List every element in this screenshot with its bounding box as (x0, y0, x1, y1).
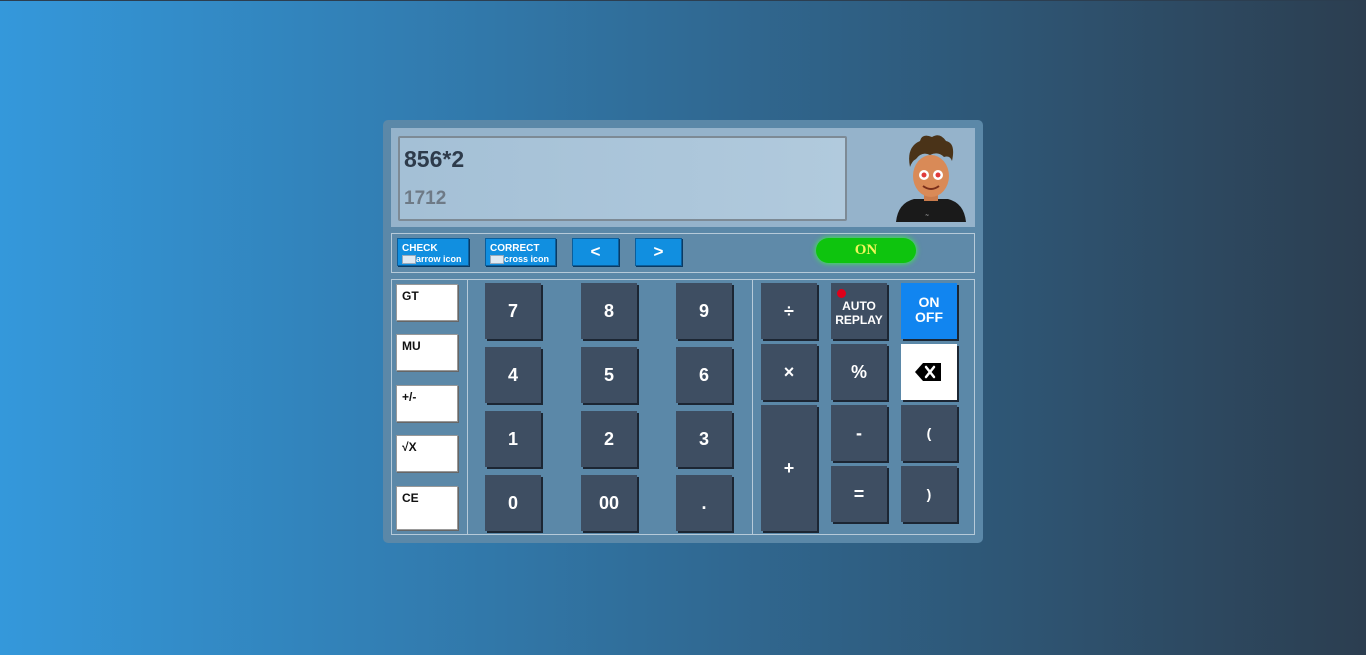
check-subtitle: arrow icon (416, 254, 462, 264)
percent-key[interactable]: % (831, 344, 887, 400)
plus-key[interactable]: + (761, 405, 817, 531)
calculator: 856*2 1712 ~ CHECK arrow icon CORRECT cr… (383, 120, 983, 543)
gt-key[interactable]: GT (396, 284, 458, 321)
minus-key[interactable]: - (831, 405, 887, 461)
check-button[interactable]: CHECK arrow icon (397, 238, 469, 266)
replay-label: REPLAY (835, 313, 883, 327)
double-zero-key[interactable]: 00 (581, 475, 637, 531)
red-dot-indicator (837, 289, 846, 298)
digit-2-key[interactable]: 2 (581, 411, 637, 467)
display-screen: 856*2 1712 (398, 136, 847, 221)
divide-key[interactable]: ÷ (761, 283, 817, 339)
display-panel: 856*2 1712 ~ (391, 128, 975, 227)
memory-column: GT MU +/- √X CE (392, 280, 468, 534)
result-text: 1712 (404, 188, 447, 209)
ce-key[interactable]: CE (396, 486, 458, 530)
toolbar: CHECK arrow icon CORRECT cross icon < > … (391, 233, 975, 273)
digit-8-key[interactable]: 8 (581, 283, 637, 339)
digit-column: 7 8 9 4 5 6 1 2 3 0 00 . (468, 280, 753, 534)
on-off-key[interactable]: ON OFF (901, 283, 957, 339)
digit-4-key[interactable]: 4 (485, 347, 541, 403)
backspace-icon (915, 363, 941, 381)
multiply-key[interactable]: × (761, 344, 817, 400)
digit-6-key[interactable]: 6 (676, 347, 732, 403)
arrow-icon (402, 255, 416, 264)
close-paren-key[interactable]: ) (901, 466, 957, 522)
correct-title: CORRECT (490, 243, 540, 254)
top-border (0, 0, 1366, 1)
digit-3-key[interactable]: 3 (676, 411, 732, 467)
on-label: ON (918, 294, 940, 310)
power-status-indicator[interactable]: ON (816, 238, 916, 263)
next-button[interactable]: > (635, 238, 682, 266)
digit-0-key[interactable]: 0 (485, 475, 541, 531)
auto-replay-key[interactable]: AUTO REPLAY (831, 283, 887, 339)
digit-1-key[interactable]: 1 (485, 411, 541, 467)
plus-minus-key[interactable]: +/- (396, 385, 458, 422)
auto-label: AUTO (842, 299, 876, 313)
backspace-key[interactable] (901, 344, 957, 400)
keypad: GT MU +/- √X CE 7 8 9 4 5 6 1 2 3 0 00 .… (391, 279, 975, 535)
digit-7-key[interactable]: 7 (485, 283, 541, 339)
check-title: CHECK (402, 243, 438, 254)
equals-key[interactable]: = (831, 466, 887, 522)
avatar-icon: ~ (896, 135, 966, 222)
svg-text:~: ~ (925, 213, 929, 219)
expression-text: 856*2 (404, 146, 465, 172)
correct-subtitle: cross icon (504, 254, 550, 264)
mu-key[interactable]: MU (396, 334, 458, 371)
prev-button[interactable]: < (572, 238, 619, 266)
square-root-key[interactable]: √X (396, 435, 458, 472)
decimal-key[interactable]: . (676, 475, 732, 531)
off-label: OFF (915, 309, 943, 325)
digit-9-key[interactable]: 9 (676, 283, 732, 339)
open-paren-key[interactable]: ( (901, 405, 957, 461)
digit-5-key[interactable]: 5 (581, 347, 637, 403)
correct-button[interactable]: CORRECT cross icon (485, 238, 556, 266)
cross-icon (490, 255, 504, 264)
